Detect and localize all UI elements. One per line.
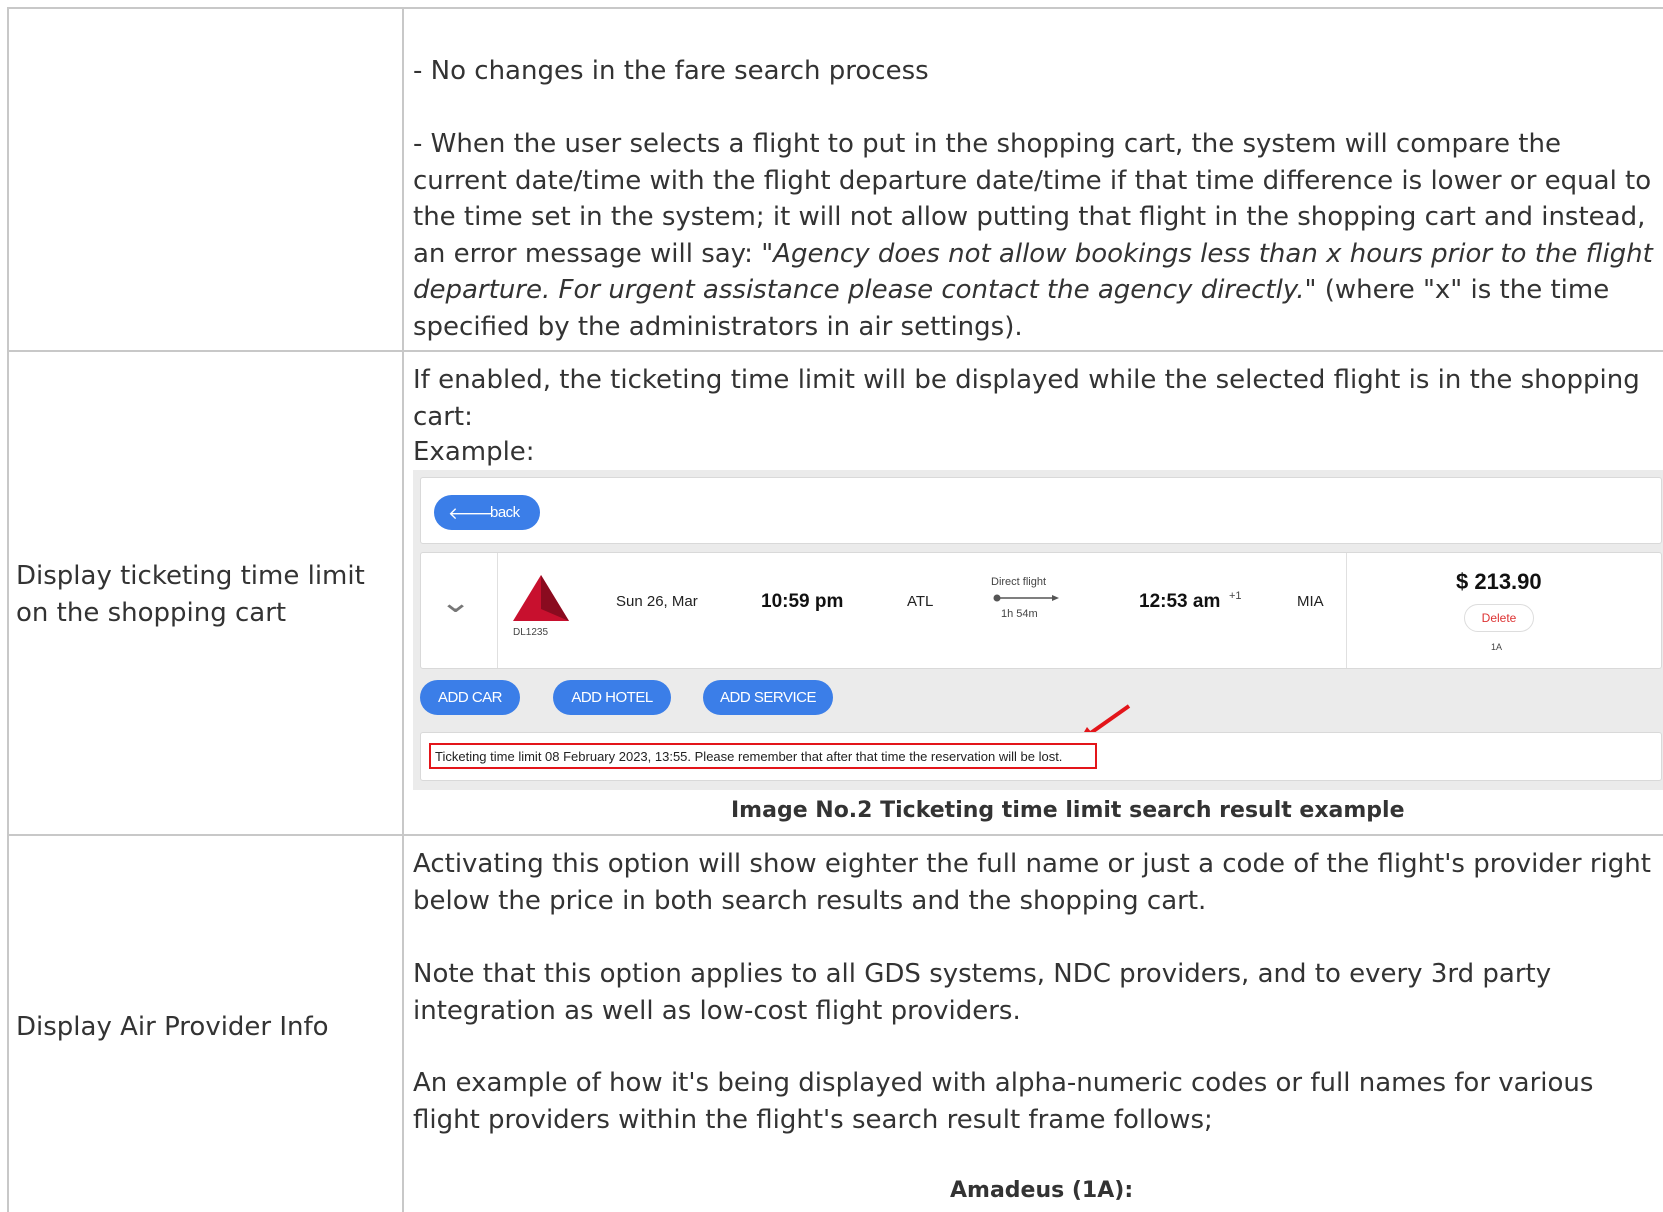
table-border-left xyxy=(7,7,9,1212)
airline-logo-icon xyxy=(513,575,569,621)
departure-time: 10:59 pm xyxy=(761,591,844,612)
table-border-top xyxy=(7,7,1663,9)
row3-paragraph-1: Activating this option will show eighter… xyxy=(413,849,1651,916)
table-row-divider-1 xyxy=(7,350,1663,352)
flight-card: ⌄ DL1235 Sun 26, Mar 10:59 pm ATL Direct… xyxy=(420,552,1662,669)
add-car-button[interactable]: ADD CAR xyxy=(420,680,520,715)
row2-paragraph-1: If enabled, the ticketing time limit wil… xyxy=(413,365,1640,432)
feature-table: - No changes in the fare search process … xyxy=(0,0,1663,1212)
row2-example-label: Example: xyxy=(413,437,535,467)
chevron-divider xyxy=(497,553,498,668)
origin-airport: ATL xyxy=(907,593,934,610)
amadeus-subheading: Amadeus (1A): xyxy=(950,1178,1134,1203)
table-column-divider xyxy=(402,7,404,1212)
day-offset: +1 xyxy=(1229,590,1242,602)
route-line-icon xyxy=(993,594,1059,602)
row3-paragraph-3: An example of how it's being displayed w… xyxy=(413,1068,1594,1135)
ticketing-time-limit: Ticketing time limit 08 February 2023, 1… xyxy=(429,743,1097,769)
destination-airport: MIA xyxy=(1297,593,1324,610)
arrow-left-icon: 🡐 xyxy=(448,504,494,523)
image-caption: Image No.2 Ticketing time limit search r… xyxy=(731,798,1405,823)
back-button-label: back xyxy=(490,504,520,521)
row3-paragraph-2: Note that this option applies to all GDS… xyxy=(413,959,1552,1026)
arrival-time: 12:53 am xyxy=(1139,591,1221,612)
flight-duration: 1h 54m xyxy=(1001,608,1038,620)
time-limit-panel: Ticketing time limit 08 February 2023, 1… xyxy=(420,732,1662,781)
example-screenshot: 🡐 back ⌄ DL1235 Sun 26, Mar 10:59 pm ATL… xyxy=(413,470,1663,790)
add-service-button[interactable]: ADD SERVICE xyxy=(703,680,833,715)
chevron-down-icon[interactable]: ⌄ xyxy=(439,585,472,620)
row2-label: Display ticketing time limit on the shop… xyxy=(16,561,365,628)
delete-button[interactable]: Delete xyxy=(1464,604,1534,632)
row1-paragraph-1: - No changes in the fare search process xyxy=(413,56,929,86)
table-row-divider-2 xyxy=(7,834,1663,836)
provider-code: 1A xyxy=(1491,642,1503,652)
back-button[interactable]: 🡐 back xyxy=(434,495,540,530)
price-divider xyxy=(1346,553,1347,668)
flight-type: Direct flight xyxy=(991,576,1047,588)
add-hotel-button[interactable]: ADD HOTEL xyxy=(553,680,671,715)
back-bar: 🡐 back xyxy=(420,477,1662,544)
row3-label: Display Air Provider Info xyxy=(16,1012,329,1042)
flight-price: $ 213.90 xyxy=(1456,569,1542,594)
flight-date: Sun 26, Mar xyxy=(616,593,698,610)
flight-number: DL1235 xyxy=(513,627,549,638)
row1-paragraph-2: - When the user selects a flight to put … xyxy=(413,126,1658,345)
